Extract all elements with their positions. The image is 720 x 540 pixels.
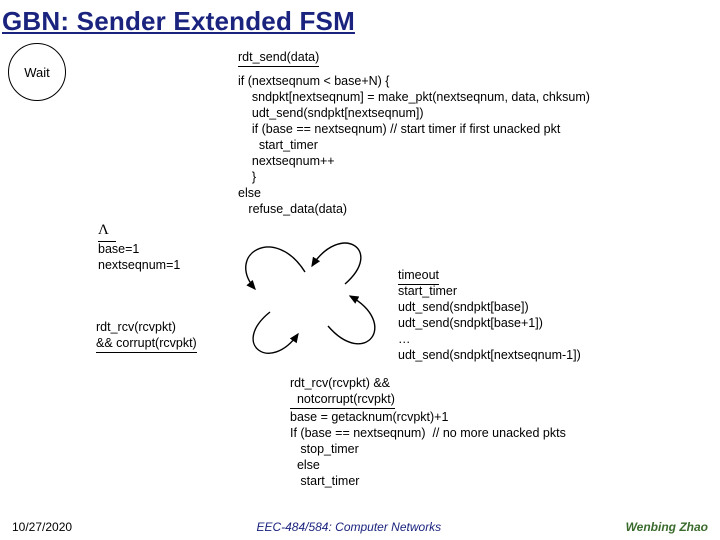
- footer: 10/27/2020 EEC-484/584: Computer Network…: [0, 520, 720, 534]
- page-title: GBN: Sender Extended FSM: [0, 0, 720, 39]
- diagram-area: rdt_send(data) if (nextseqnum < base+N) …: [0, 39, 720, 509]
- init-actions: base=1 nextseqnum=1: [98, 241, 180, 273]
- init-lambda: Λ: [98, 221, 116, 242]
- rcv-ok-actions: base = getacknum(rcvpkt)+1 If (base == n…: [290, 409, 630, 489]
- state-wait: Wait: [8, 43, 66, 101]
- rdt-send-action: if (nextseqnum < base+N) { sndpkt[nextse…: [238, 73, 658, 217]
- rdt-send-event: rdt_send(data): [238, 49, 319, 70]
- rcv-notcorrupt-event: rdt_rcv(rcvpkt) && notcorrupt(rcvpkt): [290, 375, 395, 412]
- footer-author: Wenbing Zhao: [626, 520, 708, 534]
- lambda-symbol: Λ: [98, 222, 109, 238]
- rcv-corrupt-label: rdt_rcv(rcvpkt) && corrupt(rcvpkt): [96, 319, 197, 353]
- footer-course: EEC-484/584: Computer Networks: [256, 520, 441, 534]
- timeout-actions: start_timer udt_send(sndpkt[base]) udt_s…: [398, 283, 628, 363]
- footer-date: 10/27/2020: [12, 520, 72, 534]
- rcv-corrupt-event: rdt_rcv(rcvpkt) && corrupt(rcvpkt): [96, 319, 266, 356]
- rcv-notcorrupt-label: rdt_rcv(rcvpkt) && notcorrupt(rcvpkt): [290, 375, 395, 409]
- rdt-send-label: rdt_send(data): [238, 49, 319, 67]
